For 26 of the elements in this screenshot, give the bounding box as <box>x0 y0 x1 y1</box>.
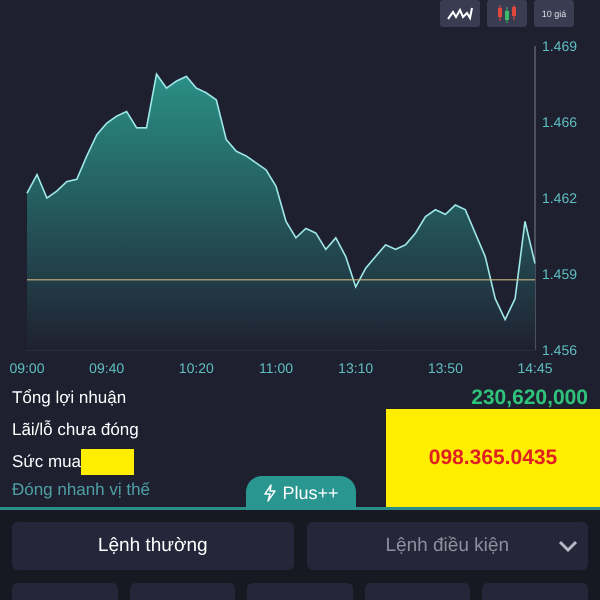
y-axis-label: 1.456 <box>542 342 578 358</box>
summary-label: Tổng lợi nhuận <box>12 388 126 408</box>
x-axis-label: 14:45 <box>517 360 553 376</box>
x-axis-label: 13:50 <box>428 360 463 376</box>
y-axis-label: 1.459 <box>542 266 578 282</box>
phone-number-overlay: 098.365.0435 <box>386 409 600 507</box>
lightning-icon <box>263 484 278 502</box>
x-axis-label: 11:00 <box>259 360 294 376</box>
total-profit-value: 230,620,000 <box>471 387 588 409</box>
line-chart-icon <box>447 6 473 20</box>
order-type-tab[interactable]: Lệnh thường <box>12 522 294 570</box>
candlestick-icon <box>495 4 519 24</box>
candlestick-chart-button[interactable] <box>487 0 527 27</box>
x-axis-label: 13:10 <box>338 360 374 376</box>
summary-label: Sức mua <box>12 452 82 472</box>
x-axis-label: 10:20 <box>178 360 214 376</box>
plus-tab[interactable]: Plus++ <box>246 476 356 510</box>
x-axis-label: 09:40 <box>89 360 124 376</box>
y-axis-label: 1.462 <box>542 190 578 206</box>
x-axis-label: 09:00 <box>9 360 45 376</box>
line-chart-button[interactable] <box>440 0 480 27</box>
order-type-tab[interactable]: Lệnh điều kiện <box>306 522 588 570</box>
y-axis-label: 1.469 <box>542 38 578 54</box>
price-levels-button[interactable]: 10 giá <box>534 0 574 27</box>
summary-label: Lãi/lỗ chưa đóng <box>12 420 139 440</box>
y-axis-label: 1.466 <box>542 114 578 130</box>
